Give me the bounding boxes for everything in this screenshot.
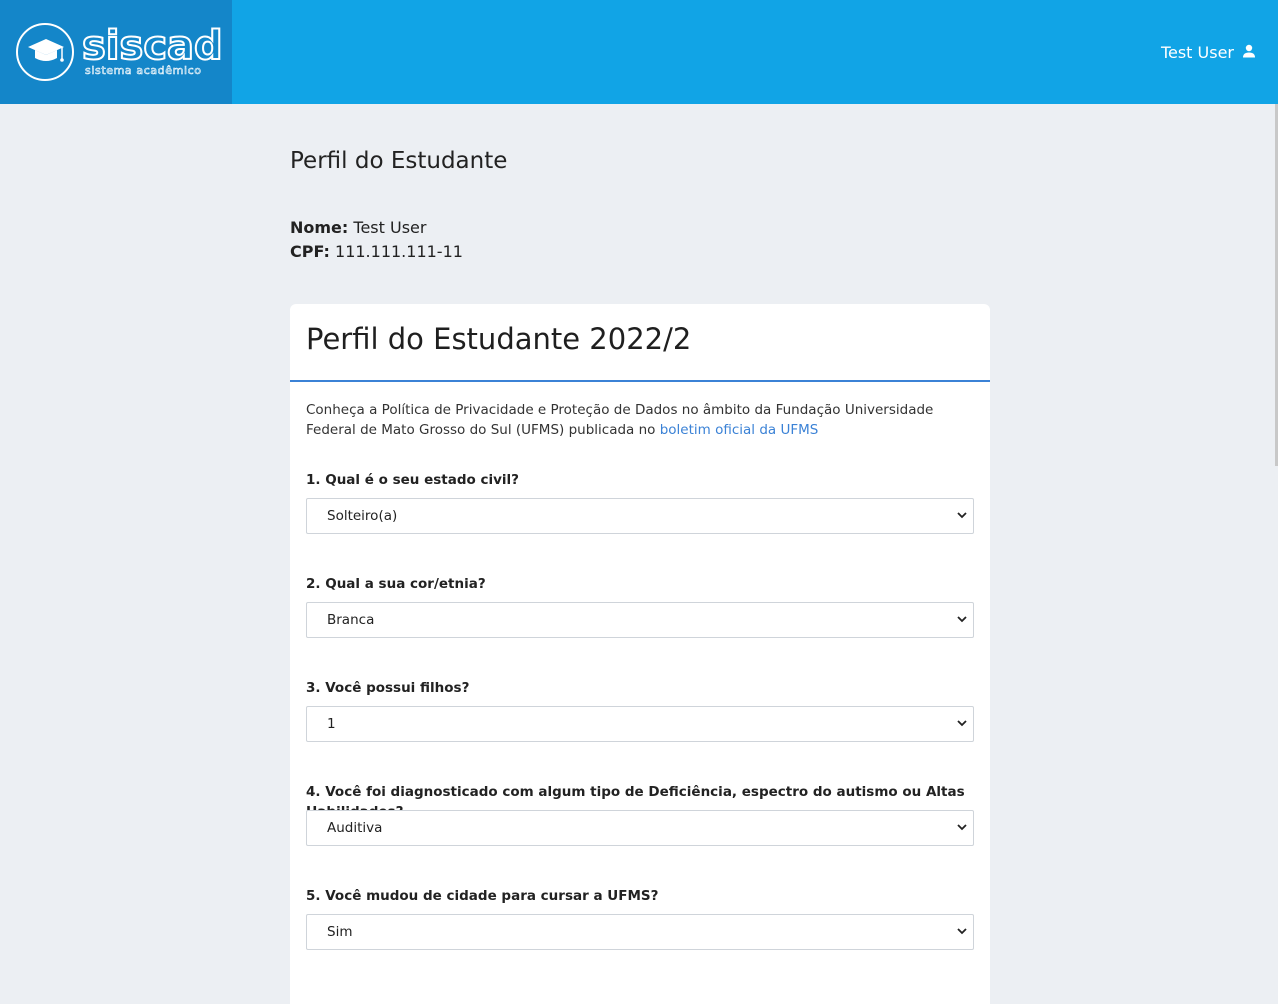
siscad-logo[interactable]: siscad sistema acadêmico xyxy=(0,0,232,104)
disability-select[interactable]: Auditiva xyxy=(306,810,974,846)
chevron-down-icon xyxy=(957,720,967,727)
user-menu[interactable]: Test User xyxy=(1161,40,1256,64)
question-label: 4. Você foi diagnosticado com algum tipo… xyxy=(306,784,965,820)
profile-form-card: Perfil do Estudante 2022/2 Conheça a Pol… xyxy=(290,304,990,1004)
page-title: Perfil do Estudante xyxy=(290,148,508,174)
question-marital-status: 1. Qual é o seu estado civil? Solteiro(a… xyxy=(306,470,974,534)
student-info: Nome: Test User CPF: 111.111.111-11 xyxy=(290,216,463,264)
graduation-cap-icon xyxy=(16,23,74,81)
marital-status-select[interactable]: Solteiro(a) xyxy=(306,498,974,534)
cpf-value: 111.111.111-11 xyxy=(335,242,463,261)
person-icon xyxy=(1242,43,1256,62)
select-value: Solteiro(a) xyxy=(327,508,398,524)
select-value: Auditiva xyxy=(327,820,383,836)
card-title: Perfil do Estudante 2022/2 xyxy=(306,322,692,356)
question-label: 1. Qual é o seu estado civil? xyxy=(306,472,519,488)
user-name: Test User xyxy=(1160,42,1234,62)
question-moved-city: 5. Você mudou de cidade para cursar a UF… xyxy=(306,886,974,950)
student-cpf-row: CPF: 111.111.111-11 xyxy=(290,240,463,264)
brand-wordmark: siscad xyxy=(81,23,224,69)
children-select[interactable]: 1 xyxy=(306,706,974,742)
chevron-down-icon xyxy=(957,824,967,831)
card-header: Perfil do Estudante 2022/2 xyxy=(290,304,990,382)
privacy-text: Conheça a Política de Privacidade e Prot… xyxy=(306,402,934,438)
name-value: Test User xyxy=(353,218,427,237)
cpf-label: CPF: xyxy=(290,242,330,261)
brand-tagline: sistema acadêmico xyxy=(85,64,202,77)
privacy-link[interactable]: boletim oficial da UFMS xyxy=(660,422,819,438)
select-value: Branca xyxy=(327,612,375,628)
question-label: 3. Você possui filhos? xyxy=(306,680,470,696)
select-value: Sim xyxy=(327,924,353,940)
chevron-down-icon xyxy=(957,512,967,519)
name-label: Nome: xyxy=(290,218,349,237)
card-body: Conheça a Política de Privacidade e Prot… xyxy=(290,382,990,950)
question-label: 5. Você mudou de cidade para cursar a UF… xyxy=(306,888,659,904)
chevron-down-icon xyxy=(957,616,967,623)
top-navbar: siscad sistema acadêmico Test User xyxy=(0,0,1278,104)
question-children: 3. Você possui filhos? 1 xyxy=(306,678,974,742)
ethnicity-select[interactable]: Branca xyxy=(306,602,974,638)
privacy-notice: Conheça a Política de Privacidade e Prot… xyxy=(306,400,974,440)
question-label: 2. Qual a sua cor/etnia? xyxy=(306,576,486,592)
moved-city-select[interactable]: Sim xyxy=(306,914,974,950)
question-ethnicity: 2. Qual a sua cor/etnia? Branca xyxy=(306,574,974,638)
question-disability: 4. Você foi diagnosticado com algum tipo… xyxy=(306,782,974,846)
chevron-down-icon xyxy=(957,928,967,935)
student-name-row: Nome: Test User xyxy=(290,216,463,240)
select-value: 1 xyxy=(327,716,336,732)
